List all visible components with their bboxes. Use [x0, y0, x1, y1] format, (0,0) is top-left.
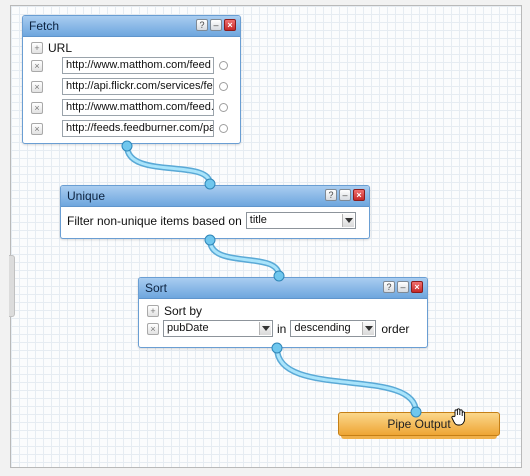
- pipe-output-module[interactable]: Pipe Output: [338, 412, 500, 439]
- sort-by-label: Sort by: [164, 304, 203, 318]
- chevron-down-icon: [362, 322, 375, 335]
- url-input-4[interactable]: http://feeds.feedburner.com/pa: [62, 120, 214, 137]
- order-label: order: [381, 321, 410, 336]
- url-label: URL: [48, 41, 73, 55]
- remove-url-button[interactable]: ×: [31, 59, 43, 72]
- unique-module-header[interactable]: Unique ? – ×: [61, 186, 369, 207]
- url-terminal-2[interactable]: [219, 82, 228, 91]
- remove-url-button[interactable]: ×: [31, 122, 43, 135]
- filter-label: Filter non-unique items based on: [67, 213, 242, 228]
- minimize-icon[interactable]: –: [397, 281, 409, 293]
- remove-url-button[interactable]: ×: [31, 101, 43, 114]
- sort-field-select[interactable]: pubDate: [163, 320, 273, 337]
- hand-cursor-icon: [451, 408, 466, 426]
- fetch-module[interactable]: Fetch ? – × + URL × http://www.matthom.c…: [22, 15, 241, 144]
- chevron-down-icon: [341, 214, 354, 227]
- help-icon[interactable]: ?: [196, 19, 208, 31]
- minimize-icon[interactable]: –: [210, 19, 222, 31]
- close-icon[interactable]: ×: [411, 281, 423, 293]
- add-sort-button[interactable]: +: [147, 305, 159, 317]
- pipe-output-label: Pipe Output: [387, 417, 451, 431]
- close-icon[interactable]: ×: [353, 189, 365, 201]
- remove-url-button[interactable]: ×: [31, 80, 43, 93]
- url-input-3[interactable]: http://www.matthom.com/feed.: [62, 99, 214, 116]
- remove-sort-button[interactable]: ×: [147, 322, 159, 335]
- sort-module-header[interactable]: Sort ? – ×: [139, 278, 427, 299]
- url-terminal-3[interactable]: [219, 103, 228, 112]
- add-url-button[interactable]: +: [31, 42, 43, 54]
- side-panel-toggle[interactable]: [9, 255, 15, 317]
- in-label: in: [277, 321, 287, 336]
- close-icon[interactable]: ×: [224, 19, 236, 31]
- sort-module[interactable]: Sort ? – × + Sort by × pubDate in descen…: [138, 277, 428, 348]
- url-input-1[interactable]: http://www.matthom.com/feed: [62, 57, 214, 74]
- unique-field-value: title: [249, 214, 267, 226]
- sort-title: Sort: [145, 281, 168, 295]
- fetch-module-header[interactable]: Fetch ? – ×: [23, 16, 240, 37]
- chevron-down-icon: [259, 322, 271, 335]
- url-input-2[interactable]: http://api.flickr.com/services/fe: [62, 78, 214, 95]
- url-terminal-1[interactable]: [219, 61, 228, 70]
- help-icon[interactable]: ?: [383, 281, 395, 293]
- unique-title: Unique: [67, 189, 106, 203]
- url-terminal-4[interactable]: [219, 124, 228, 133]
- help-icon[interactable]: ?: [325, 189, 337, 201]
- sort-direction-select[interactable]: descending: [290, 320, 377, 337]
- sort-direction-value: descending: [294, 322, 351, 334]
- minimize-icon[interactable]: –: [339, 189, 351, 201]
- unique-field-select[interactable]: title: [245, 212, 356, 229]
- fetch-title: Fetch: [29, 19, 60, 33]
- sort-field-value: pubDate: [167, 322, 209, 334]
- unique-module[interactable]: Unique ? – × Filter non-unique items bas…: [60, 185, 370, 239]
